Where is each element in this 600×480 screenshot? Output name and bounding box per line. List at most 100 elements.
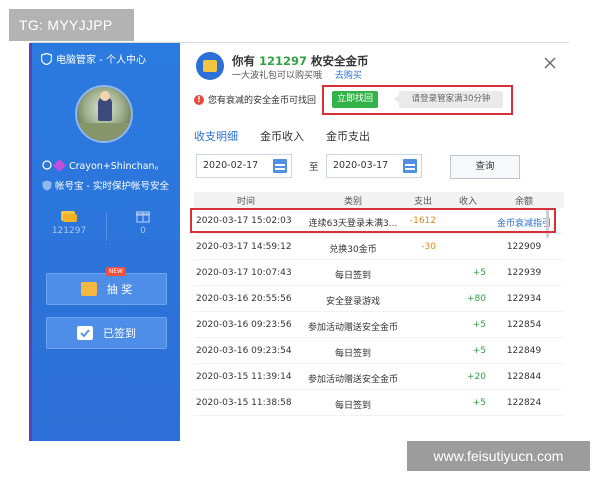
username-row: Crayon+Shinchan。 (42, 158, 164, 172)
row-balance: 122849 (506, 346, 542, 356)
header-balance: 余额 (514, 197, 533, 207)
table-row[interactable]: 2020-03-17 14:59:12 兑换30金币 -30 122909 (194, 234, 564, 260)
row-time: 2020-03-15 11:39:14 (196, 372, 292, 382)
row-category: 每日签到 (334, 271, 371, 281)
stats-row: 121297 0 (32, 209, 180, 249)
promo-text: 一大波礼包可以购买哦 (232, 71, 323, 81)
row-category: 参加活动赠送安全金币 (307, 375, 398, 385)
header-category: 类别 (343, 197, 362, 207)
app-window: 电脑管家 - 个人中心 Crayon+Shinchan。 帐号宝 - 实时保护帐… (29, 42, 570, 441)
lottery-button[interactable]: NEW 抽 奖 (46, 267, 167, 305)
sidebar: 电脑管家 - 个人中心 Crayon+Shinchan。 帐号宝 - 实时保护帐… (32, 43, 180, 441)
decay-notice: ! 您有衰减的安全金币可找回 (194, 93, 316, 106)
tg-watermark-label: TG: MYYJJPP (9, 9, 134, 41)
promo-line: 一大波礼包可以购买哦 去购买 (232, 68, 362, 81)
header-expense: 支出 (413, 197, 432, 207)
row-balance: 122824 (506, 398, 542, 408)
site-watermark: www.feisutiyucn.com (407, 441, 590, 471)
tab-coin-income[interactable]: 金币收入 (260, 128, 304, 144)
row-time: 2020-03-16 09:23:56 (196, 320, 292, 330)
coin-stack-icon (61, 211, 77, 222)
row-time: 2020-03-17 14:59:12 (196, 242, 292, 252)
row-category: 兑换30金币 (329, 245, 377, 255)
shield-check-icon (42, 180, 52, 190)
row-expense: -30 (421, 242, 436, 252)
row-time: 2020-03-17 10:07:43 (196, 268, 292, 278)
row-income: +5 (472, 346, 486, 356)
coin-wallet-icon (196, 52, 224, 80)
calendar-icon[interactable] (273, 159, 287, 173)
gift-stat-value: 0 (140, 226, 146, 236)
end-date-value: 2020-03-17 (333, 160, 389, 171)
row-balance: 122909 (506, 242, 542, 252)
avatar-ground (77, 123, 131, 141)
row-balance: 122844 (506, 372, 542, 382)
buy-link[interactable]: 去购买 (335, 71, 362, 81)
table-row[interactable]: 2020-03-16 20:55:56 安全登录游戏 +80 122934 (194, 286, 564, 312)
start-date-value: 2020-02-17 (203, 160, 259, 171)
new-badge: NEW (105, 267, 126, 276)
lottery-icon (80, 282, 97, 296)
row-category: 每日签到 (334, 401, 371, 411)
coin-stat[interactable]: 121297 (32, 209, 106, 236)
avatar-head (100, 91, 110, 101)
row-category: 每日签到 (334, 349, 371, 359)
highlight-box-retrieve (322, 85, 513, 115)
account-protect-text: 帐号宝 - 实时保护帐号安全 (55, 181, 169, 192)
row-income: +5 (472, 320, 486, 330)
username: Crayon+Shinchan。 (69, 161, 165, 172)
row-income: +5 (472, 398, 486, 408)
date-range-to: 至 (309, 162, 319, 173)
table-row[interactable]: 2020-03-17 10:07:43 每日签到 +5 122939 (194, 260, 564, 286)
sidebar-title: 电脑管家 - 个人中心 (41, 51, 146, 66)
table-row[interactable]: 2020-03-16 09:23:54 每日签到 +5 122849 (194, 338, 564, 364)
warning-icon: ! (194, 94, 204, 105)
row-category: 安全登录游戏 (325, 297, 380, 307)
header-income: 收入 (458, 197, 477, 207)
signed-in-button[interactable]: 已签到 (46, 317, 167, 349)
avatar[interactable] (75, 85, 133, 143)
lottery-label: 抽 奖 (106, 283, 133, 296)
coin-summary-prefix: 你有 (232, 54, 255, 68)
tab-coin-expense[interactable]: 金币支出 (326, 128, 370, 144)
row-time: 2020-03-16 20:55:56 (196, 294, 292, 304)
table-row[interactable]: 2020-03-15 11:39:14 参加活动赠送安全金币 +20 12284… (194, 364, 564, 390)
coin-stat-value: 121297 (51, 226, 87, 236)
row-income: +5 (472, 268, 486, 278)
gift-stat[interactable]: 0 (106, 209, 180, 236)
qq-icon (42, 160, 52, 170)
table-row[interactable]: 2020-03-15 11:38:58 每日签到 +5 122824 (194, 390, 564, 416)
coin-count: 121297 (259, 54, 308, 68)
coin-summary: 你有 121297 枚安全金币 (232, 53, 369, 69)
query-button[interactable]: 查询 (450, 155, 520, 179)
decay-notice-text: 您有衰减的安全金币可找回 (208, 96, 317, 106)
row-time: 2020-03-15 11:38:58 (196, 398, 292, 408)
row-balance: 122854 (506, 320, 542, 330)
coin-summary-suffix: 枚安全金币 (311, 54, 369, 68)
row-balance: 122934 (506, 294, 542, 304)
transaction-list: 2020-03-17 15:02:03 连续63天登录未满3... -1612 … (194, 208, 564, 416)
checkin-icon (77, 326, 93, 340)
header-time: 时间 (236, 197, 255, 207)
close-icon[interactable] (542, 55, 558, 71)
row-income: +20 (467, 372, 486, 382)
gift-icon (136, 211, 150, 223)
sidebar-title-text: 电脑管家 - 个人中心 (56, 55, 146, 66)
shield-icon (41, 52, 52, 65)
table-header: 时间 类别 支出 收入 余额 (194, 192, 564, 208)
row-time: 2020-03-16 09:23:54 (196, 346, 292, 356)
start-date-input[interactable]: 2020-02-17 (196, 154, 292, 178)
row-income: +80 (467, 294, 486, 304)
signed-in-label: 已签到 (103, 327, 136, 340)
calendar-icon[interactable] (403, 159, 417, 173)
row-category: 参加活动赠送安全金币 (307, 323, 398, 333)
tab-all-details[interactable]: 收支明细 (194, 128, 238, 144)
gem-icon (53, 158, 66, 172)
main-panel: 你有 121297 枚安全金币 一大波礼包可以购买哦 去购买 ! 您有衰减的安全… (180, 43, 570, 441)
row-balance: 122939 (506, 268, 542, 278)
table-row[interactable]: 2020-03-16 09:23:56 参加活动赠送安全金币 +5 122854 (194, 312, 564, 338)
account-protect-row[interactable]: 帐号宝 - 实时保护帐号安全 (42, 178, 169, 192)
highlight-box-decay-row (190, 208, 556, 233)
tab-bar: 收支明细 金币收入 金币支出 (194, 128, 370, 144)
end-date-input[interactable]: 2020-03-17 (326, 154, 422, 178)
